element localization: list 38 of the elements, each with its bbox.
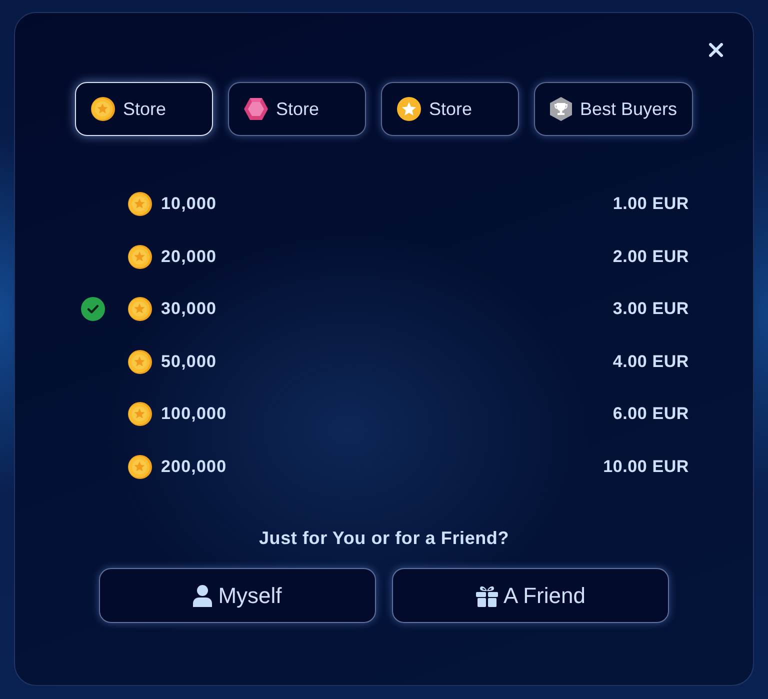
package-row[interactable]: 10,000 1.00 EUR xyxy=(81,178,689,230)
close-icon xyxy=(709,43,723,57)
store-tab[interactable]: Store xyxy=(74,82,213,136)
price-label: 2.00 EUR xyxy=(612,246,689,267)
store-tab[interactable]: Store xyxy=(380,82,519,136)
coin-icon xyxy=(128,244,152,269)
recipient-question: Just for You or for a Friend? xyxy=(258,528,510,548)
gem-icon xyxy=(244,97,268,121)
coin-amount: 100,000 xyxy=(161,404,227,424)
coin-icon xyxy=(128,192,152,216)
gift-icon xyxy=(476,584,498,606)
coin-icon xyxy=(90,97,115,121)
coin-amount: 50,000 xyxy=(161,352,217,372)
price-label: 3.00 EUR xyxy=(612,299,689,320)
coin-icon xyxy=(128,402,152,426)
person-icon xyxy=(193,584,212,606)
package-row[interactable]: 50,000 4.00 EUR xyxy=(81,336,689,388)
price-label: 4.00 EUR xyxy=(612,352,689,372)
coin-icon xyxy=(128,350,152,374)
store-tab[interactable]: Store xyxy=(228,82,366,136)
price-label: 1.00 EUR xyxy=(612,194,689,214)
price-label: 10.00 EUR xyxy=(603,456,689,477)
package-row[interactable]: 100,000 6.00 EUR xyxy=(81,388,689,440)
close-button[interactable] xyxy=(709,43,723,57)
package-row[interactable]: 200,000 10.00 EUR xyxy=(81,440,689,493)
coin-icon xyxy=(128,454,152,479)
package-row[interactable]: 30,000 3.00 EUR xyxy=(81,283,689,336)
trophy-icon xyxy=(550,97,572,121)
coin-amount: 10,000 xyxy=(161,194,217,214)
package-row[interactable]: 20,000 2.00 EUR xyxy=(81,230,689,283)
recipient-button[interactable]: Myself xyxy=(99,568,376,623)
store-tab[interactable]: Best Buyers xyxy=(534,82,694,136)
coin-amount: 20,000 xyxy=(161,246,217,267)
coin-icon xyxy=(128,297,152,322)
coin-amount: 30,000 xyxy=(161,299,217,320)
recipient-button[interactable]: A Friend xyxy=(392,568,669,623)
price-label: 6.00 EUR xyxy=(612,404,689,424)
coin-amount: 200,000 xyxy=(161,456,227,477)
